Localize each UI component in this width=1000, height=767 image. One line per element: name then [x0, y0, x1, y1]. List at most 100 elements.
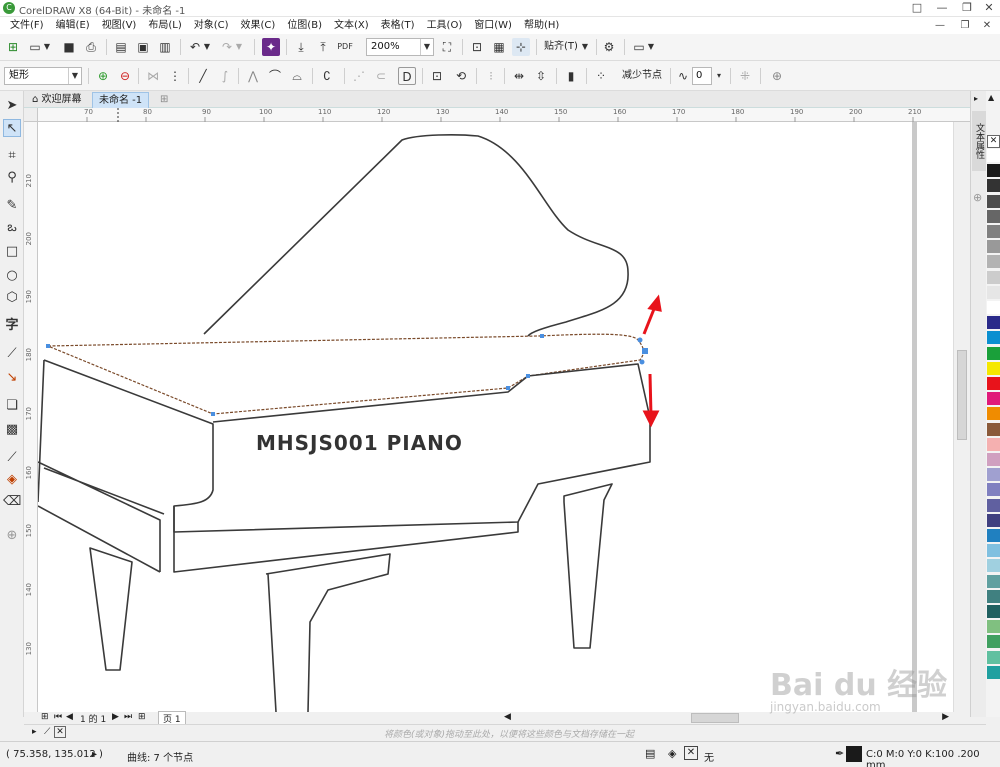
reverse-direction-icon[interactable]: ∁ — [318, 67, 336, 85]
search-content-icon[interactable]: ✦ — [262, 38, 280, 56]
outline-pen-icon[interactable]: ✒ — [835, 747, 844, 760]
print-icon[interactable]: ⎙ — [82, 38, 100, 56]
show-rulers-icon[interactable]: ⊡ — [468, 38, 486, 56]
palette-swatch[interactable] — [987, 316, 1000, 330]
freehand-tool-icon[interactable]: ✎ — [3, 197, 21, 215]
drawing-canvas[interactable]: MHSJS001 PIANO — [38, 122, 953, 712]
undo-dropdown-icon[interactable]: ▼ — [202, 38, 212, 56]
next-page-icon[interactable]: ▶ — [112, 712, 119, 722]
save-icon[interactable]: ■ — [60, 38, 78, 56]
piano-leg-right[interactable] — [563, 483, 613, 649]
palette-swatch[interactable] — [987, 240, 1000, 254]
options-gear-icon[interactable]: ⚙ — [600, 38, 618, 56]
rectangle-tool-icon[interactable]: □ — [3, 243, 21, 261]
palette-swatch[interactable] — [987, 665, 1000, 679]
to-curve-icon[interactable]: ∫ — [216, 67, 234, 85]
palette-swatch[interactable] — [987, 285, 1000, 299]
palette-swatch[interactable] — [987, 209, 1000, 223]
palette-swatch[interactable] — [987, 361, 1000, 375]
connector-tool-icon[interactable]: ↘ — [3, 369, 21, 387]
crop-tool-icon[interactable]: ⌗ — [3, 147, 21, 165]
scroll-right-icon[interactable]: ▶ — [942, 712, 949, 722]
palette-swatch[interactable] — [987, 392, 1000, 406]
palette-swatch[interactable] — [987, 270, 1000, 284]
cut-icon[interactable]: ▤ — [112, 38, 130, 56]
palette-swatch[interactable] — [987, 559, 1000, 573]
transparency-tool-icon[interactable]: ▩ — [3, 421, 21, 439]
fill-bucket-icon[interactable]: ◈ — [668, 747, 676, 760]
menu-edit[interactable]: 编辑(E) — [50, 17, 96, 34]
palette-swatch[interactable] — [987, 605, 1000, 618]
palette-swatch[interactable] — [987, 544, 1000, 558]
node-handle[interactable] — [211, 412, 215, 416]
palette-swatch[interactable] — [987, 179, 1000, 193]
menu-help[interactable]: 帮助(H) — [518, 17, 565, 34]
palette-swatch[interactable] — [987, 346, 1000, 360]
palette-swatch[interactable] — [987, 635, 1000, 649]
artistic-media-icon[interactable]: ఒ — [3, 219, 21, 237]
redo-dropdown-icon[interactable]: ▼ — [234, 38, 244, 56]
selection-mode-combo[interactable]: 矩形 ▼ — [4, 67, 82, 85]
smoothness-slider-icon[interactable]: ▾ — [714, 67, 724, 85]
snap-dropdown-icon[interactable]: ▼ — [580, 38, 590, 56]
first-page-icon[interactable]: ⏮ — [54, 712, 62, 722]
vertical-scrollbar[interactable] — [953, 122, 970, 712]
new-document-icon[interactable]: ⊞ — [4, 38, 22, 56]
selected-node[interactable] — [642, 348, 648, 354]
palette-swatch[interactable] — [987, 164, 1000, 178]
publish-pdf-icon[interactable]: PDF — [336, 38, 354, 56]
smart-fill-icon[interactable]: ⌫ — [3, 493, 21, 511]
palette-swatch[interactable] — [987, 589, 1000, 603]
palette-swatch[interactable] — [987, 574, 1000, 588]
text-tool-icon[interactable]: 字 — [3, 317, 21, 335]
status-expand-icon[interactable]: ▸ — [92, 749, 97, 760]
node-handle[interactable] — [526, 374, 530, 378]
maximize-button[interactable]: ❐ — [955, 0, 979, 17]
add-toolbar-icon[interactable]: ⊕ — [768, 67, 786, 85]
piano-body-left[interactable] — [38, 359, 165, 573]
import-icon[interactable]: ⤓ — [292, 38, 310, 56]
palette-swatch[interactable] — [987, 650, 1000, 664]
eyedropper-small-icon[interactable]: ⟋ — [44, 727, 50, 737]
horizontal-scrollbar[interactable]: ▶ — [516, 712, 953, 724]
piano-label-text[interactable]: MHSJS001 PIANO — [256, 431, 463, 455]
horizontal-ruler[interactable]: 70 80 90 100 110 120 130 140 150 160 170… — [38, 108, 970, 122]
to-line-icon[interactable]: ╱ — [194, 67, 212, 85]
menu-effects[interactable]: 效果(C) — [235, 17, 282, 34]
elastic-mode-icon[interactable]: ▮ — [562, 67, 580, 85]
palette-swatch[interactable] — [987, 513, 1000, 527]
palette-swatch[interactable] — [987, 255, 1000, 269]
palette-swatch[interactable] — [987, 194, 1000, 208]
snap-to-menu[interactable]: 贴齐(T) — [544, 38, 578, 56]
palette-swatch[interactable] — [987, 225, 1000, 238]
align-nodes-icon[interactable]: ⁝ — [482, 67, 500, 85]
minimize-button[interactable]: — — [930, 0, 954, 17]
palette-swatch[interactable] — [987, 377, 1000, 390]
zoom-tool-icon[interactable]: ⚲ — [3, 169, 21, 187]
shape-tool-icon[interactable]: ↖ — [3, 119, 21, 137]
export-icon[interactable]: ⤒ — [314, 38, 332, 56]
no-color-icon[interactable]: ✕ — [54, 726, 66, 738]
restore-small-button[interactable]: □ — [905, 0, 929, 17]
palette-menu-icon[interactable]: ▸ — [32, 727, 37, 737]
vertical-ruler[interactable]: 210 200 190 180 170 160 150 140 130 — [24, 122, 38, 712]
select-all-nodes-icon[interactable]: ⁘ — [592, 67, 610, 85]
node-handle[interactable] — [540, 334, 544, 338]
ruler-origin-icon[interactable] — [24, 108, 38, 122]
add-tool-icon[interactable]: ⊕ — [3, 527, 21, 545]
palette-swatch[interactable] — [987, 149, 1000, 162]
eyedropper-icon[interactable]: ⟋ — [3, 449, 21, 467]
paste-icon[interactable]: ▥ — [156, 38, 174, 56]
tab-welcome-screen[interactable]: ⌂ 欢迎屏幕 — [26, 92, 88, 108]
menu-table[interactable]: 表格(T) — [375, 17, 421, 34]
parallel-dimension-icon[interactable]: ⟋ — [3, 345, 21, 363]
interactive-fill-icon[interactable]: ◈ — [3, 471, 21, 489]
menu-view[interactable]: 视图(V) — [96, 17, 143, 34]
no-fill-swatch[interactable]: ✕ — [684, 746, 698, 760]
no-color-swatch-icon[interactable]: ✕ — [987, 135, 1000, 148]
prev-page-icon[interactable]: ◀ — [66, 712, 73, 722]
add-page-icon[interactable]: ⊞ — [138, 712, 146, 722]
close-curve-icon[interactable]: ⊂ — [372, 67, 390, 85]
piano-drawing[interactable]: MHSJS001 PIANO — [38, 122, 953, 712]
full-screen-icon[interactable]: ⛶ — [438, 38, 456, 56]
